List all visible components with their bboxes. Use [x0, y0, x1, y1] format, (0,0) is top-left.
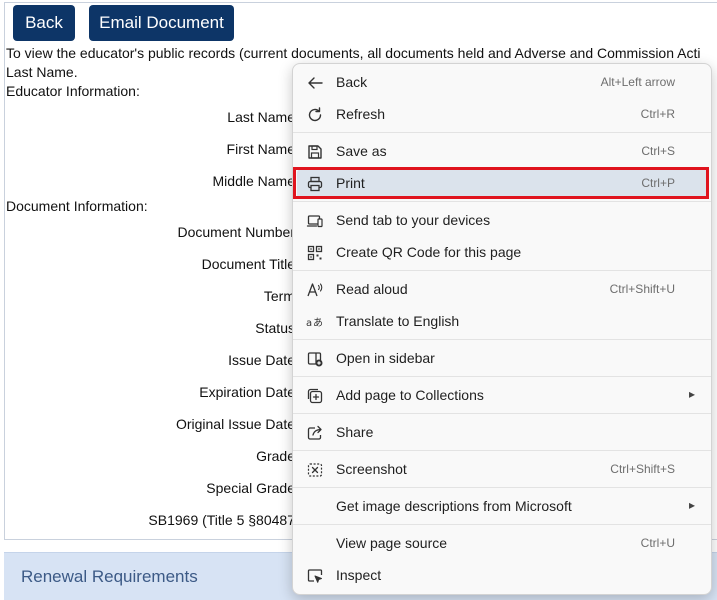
svg-text:a: a — [306, 318, 312, 329]
educator-info-heading: Educator Information: — [6, 83, 140, 99]
menu-item-label: Share — [336, 424, 374, 440]
menu-item-label: Inspect — [336, 567, 382, 583]
menu-separator — [293, 487, 711, 488]
menu-separator — [293, 339, 711, 340]
menu-item-send-tab[interactable]: Send tab to your devices — [297, 206, 707, 236]
qr-code-icon — [306, 244, 324, 262]
field-label-expiration-date: Expiration Date — [199, 384, 295, 400]
menu-separator — [293, 201, 711, 202]
menu-item-shortcut: Ctrl+R — [640, 107, 675, 121]
field-label-middle-name: Middle Name — [212, 173, 295, 189]
menu-item-shortcut: Ctrl+Shift+S — [610, 462, 675, 476]
field-label-original-issue-date: Original Issue Date — [175, 416, 295, 432]
translate-icon: aあ — [306, 313, 324, 331]
menu-item-translate[interactable]: aあ Translate to English — [297, 307, 707, 337]
field-label-term: Term — [263, 288, 295, 304]
menu-item-image-descriptions[interactable]: Get image descriptions from Microsoft ▸ — [297, 492, 707, 522]
menu-item-inspect[interactable]: Inspect — [297, 561, 707, 591]
document-info-heading: Document Information: — [6, 198, 148, 214]
menu-item-shortcut: Alt+Left arrow — [600, 75, 675, 89]
field-label-status: Status — [255, 320, 295, 336]
menu-item-refresh[interactable]: Refresh Ctrl+R — [297, 100, 707, 130]
menu-separator — [293, 450, 711, 451]
menu-separator — [293, 413, 711, 414]
intro-text: To view the educator's public records (c… — [6, 45, 701, 61]
menu-item-label: View page source — [336, 535, 448, 551]
menu-item-label: Add page to Collections — [336, 387, 484, 403]
save-icon — [306, 143, 324, 161]
menu-separator — [293, 524, 711, 525]
read-aloud-icon — [306, 281, 324, 299]
chevron-right-icon: ▸ — [688, 387, 695, 401]
menu-separator — [293, 132, 711, 133]
menu-item-open-sidebar[interactable]: Open in sidebar — [297, 344, 707, 374]
menu-item-back[interactable]: Back Alt+Left arrow — [297, 68, 707, 98]
menu-item-label: Create QR Code for this page — [336, 244, 522, 260]
menu-item-label: Screenshot — [336, 461, 407, 477]
field-label-document-number: Document Number — [177, 224, 296, 240]
field-label-document-title: Document Title — [201, 256, 295, 272]
renewal-requirements-label: Renewal Requirements — [21, 567, 198, 586]
menu-item-label: Send tab to your devices — [336, 212, 491, 228]
menu-item-screenshot[interactable]: Screenshot Ctrl+Shift+S — [297, 455, 707, 485]
arrow-left-icon — [306, 74, 324, 92]
menu-item-save-as[interactable]: Save as Ctrl+S — [297, 137, 707, 167]
context-menu: Back Alt+Left arrow Refresh Ctrl+R Save … — [292, 63, 712, 595]
collections-icon — [306, 387, 324, 405]
page: Back Email Document To view the educator… — [0, 0, 717, 600]
field-label-sb1969: SB1969 (Title 5 §80487 — [148, 512, 295, 528]
refresh-icon — [306, 106, 324, 124]
menu-item-add-to-collections[interactable]: Add page to Collections ▸ — [297, 381, 707, 411]
back-button[interactable]: Back — [13, 5, 75, 41]
devices-icon — [306, 212, 324, 230]
email-document-button[interactable]: Email Document — [89, 5, 234, 41]
svg-text:あ: あ — [313, 317, 323, 329]
share-icon — [306, 424, 324, 442]
menu-item-label: Translate to English — [336, 313, 460, 329]
field-label-grade: Grade — [256, 448, 295, 464]
menu-item-view-source[interactable]: View page source Ctrl+U — [297, 529, 707, 559]
menu-item-qr-code[interactable]: Create QR Code for this page — [297, 238, 707, 268]
menu-separator — [293, 376, 711, 377]
menu-item-label: Save as — [336, 143, 387, 159]
menu-item-label: Get image descriptions from Microsoft — [336, 498, 572, 514]
inspect-icon — [306, 567, 324, 585]
menu-item-shortcut: Ctrl+Shift+U — [609, 282, 675, 296]
menu-item-label: Refresh — [336, 106, 386, 122]
sidebar-icon — [306, 350, 324, 368]
field-label-issue-date: Issue Date — [228, 352, 295, 368]
field-label-special-grade: Special Grade — [206, 480, 295, 496]
chevron-right-icon: ▸ — [688, 498, 695, 512]
menu-item-label: Open in sidebar — [336, 350, 435, 366]
field-label-last-name: Last Name — [227, 109, 295, 125]
last-name-text: Last Name. — [6, 64, 78, 80]
menu-separator — [293, 270, 711, 271]
menu-item-shortcut: Ctrl+U — [640, 536, 675, 550]
screenshot-icon — [306, 461, 324, 479]
menu-item-read-aloud[interactable]: Read aloud Ctrl+Shift+U — [297, 275, 707, 305]
menu-item-share[interactable]: Share — [297, 418, 707, 448]
menu-item-label: Back — [336, 74, 368, 90]
field-label-first-name: First Name — [226, 141, 295, 157]
menu-item-shortcut: Ctrl+S — [641, 144, 675, 158]
menu-item-label: Read aloud — [336, 281, 408, 297]
print-highlight-box — [293, 167, 709, 199]
